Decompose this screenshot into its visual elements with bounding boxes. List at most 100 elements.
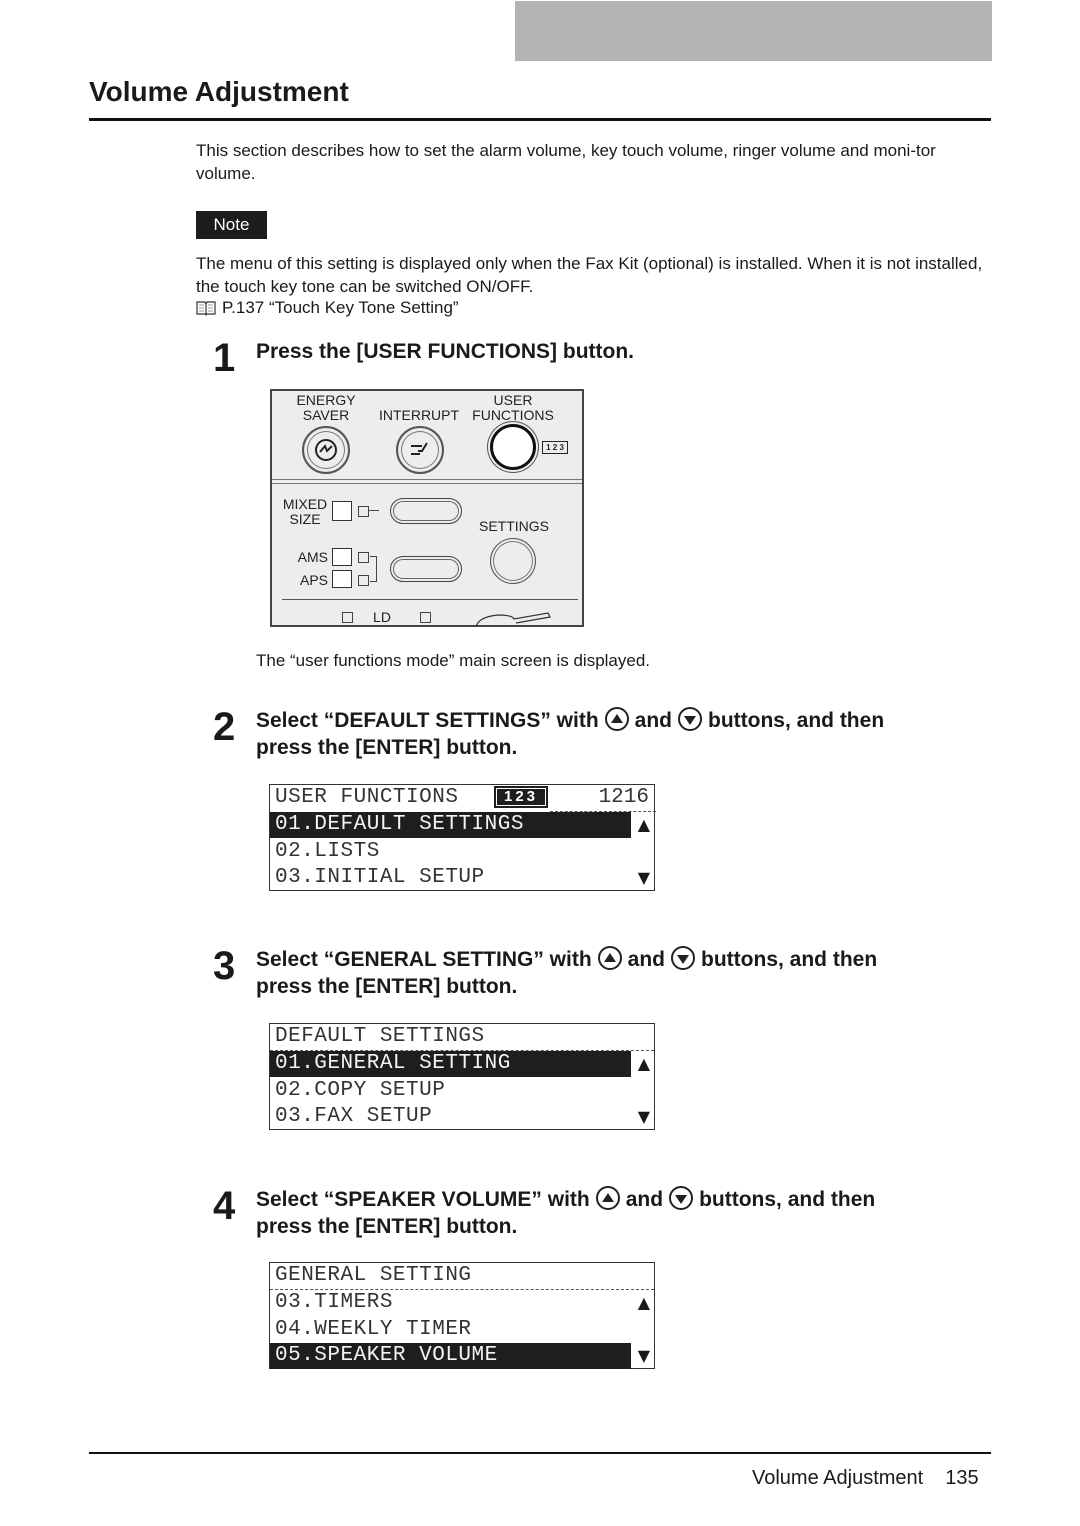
step-instruction: press the [ENTER] button. <box>256 736 518 759</box>
step-number: 1 <box>213 336 236 380</box>
step-and: and <box>634 709 672 732</box>
lcd-menu-item[interactable]: 01.GENERAL SETTING ▲ <box>270 1051 654 1077</box>
up-button-icon <box>597 946 622 971</box>
paper-indicator-left <box>342 612 353 623</box>
step-number: 2 <box>213 705 236 749</box>
menu-item-label: 01.GENERAL SETTING <box>275 1052 511 1075</box>
mode-indicator-badge: 1 2 3 <box>542 441 568 454</box>
header-gray-bar <box>515 1 992 61</box>
aps-indicator <box>358 575 369 586</box>
ams-label: AMS <box>297 549 328 565</box>
ld-label: LD <box>373 609 391 625</box>
aps-label: APS <box>299 572 328 588</box>
interrupt-button[interactable] <box>396 426 444 474</box>
step-and: and <box>627 948 666 971</box>
down-button-icon <box>671 946 696 971</box>
page-footer: Volume Adjustment 135 <box>752 1467 979 1490</box>
footer-section-title: Volume Adjustment <box>752 1467 924 1489</box>
step-instruction: buttons, and then <box>708 709 885 732</box>
step-instruction: buttons, and then <box>699 1188 876 1211</box>
mixed-size-indicator <box>358 506 369 517</box>
lcd-header-text: DEFAULT SETTINGS <box>275 1025 485 1048</box>
menu-item-label: 03.INITIAL SETUP <box>275 866 485 889</box>
lcd-menu-item[interactable]: 05.SPEAKER VOLUME ▼ <box>270 1343 654 1369</box>
scroll-up-icon: ▲ <box>637 815 650 834</box>
energy-saver-label: ENERGY SAVER <box>296 392 356 423</box>
lcd-menu-item[interactable]: 02.COPY SETUP <box>270 1078 654 1104</box>
menu-item-label: 05.SPEAKER VOLUME <box>275 1344 498 1367</box>
interrupt-icon <box>411 442 428 455</box>
paper-tray-lever-icon <box>475 612 551 627</box>
user-functions-label: USER FUNCTIONS <box>472 392 554 423</box>
user-functions-button[interactable] <box>490 424 536 470</box>
menu-item-label: 03.TIMERS <box>275 1291 393 1314</box>
lcd-header: GENERAL SETTING <box>270 1263 654 1289</box>
energy-saver-icon <box>315 439 337 461</box>
scroll-down-icon: ▼ <box>637 1107 650 1126</box>
lcd-menu-item[interactable]: 03.INITIAL SETUP ▼ <box>270 865 654 891</box>
footer-divider <box>89 1452 991 1454</box>
counter-value: 1216 <box>598 786 649 809</box>
step-text: Select “SPEAKER VOLUME” with and buttons, … <box>256 1186 996 1240</box>
note-badge: Note <box>196 211 267 239</box>
lcd-screen-user-functions: USER FUNCTIONS 123 1216 01.DEFAULT SETTI… <box>269 784 656 891</box>
lcd-menu-item[interactable]: 02.LISTS <box>270 839 654 865</box>
step-text: Press the [USER FUNCTIONS] button. <box>256 340 635 363</box>
step-number: 4 <box>213 1184 236 1228</box>
lcd-header-text: GENERAL SETTING <box>275 1264 472 1287</box>
title-divider <box>89 118 991 121</box>
step-instruction: Select “SPEAKER VOLUME” with <box>256 1188 590 1211</box>
settings-label: SETTINGS <box>478 518 549 534</box>
panel-divider <box>272 479 582 484</box>
reference-text: P.137 “Touch Key Tone Setting” <box>222 298 459 317</box>
up-button-icon <box>595 1186 620 1211</box>
step-instruction: press the [ENTER] button. <box>256 1215 518 1238</box>
book-icon <box>196 301 216 316</box>
lcd-menu-item[interactable]: 03.FAX SETUP ▼ <box>270 1104 654 1130</box>
scroll-up-icon: ▲ <box>637 1054 650 1073</box>
mode-badge: 123 <box>494 786 548 808</box>
menu-item-label: 01.DEFAULT SETTINGS <box>275 813 524 836</box>
settings-button[interactable] <box>490 538 536 584</box>
step-1-caption: The “user functions mode” main screen is… <box>256 651 651 670</box>
control-panel: ENERGY SAVER INTERRUPT USER FUNCTIONS 1 … <box>270 389 584 627</box>
step-instruction: Select “DEFAULT SETTINGS” with <box>256 709 599 732</box>
ams-icon <box>332 548 352 566</box>
scroll-down-icon: ▼ <box>637 1346 650 1365</box>
menu-item-label: 02.COPY SETUP <box>275 1079 446 1102</box>
bracket-line <box>370 556 377 582</box>
step-instruction: buttons, and then <box>701 948 878 971</box>
note-text: The menu of this setting is displayed on… <box>196 254 983 296</box>
panel-bottom-divider <box>282 599 578 600</box>
lcd-header: DEFAULT SETTINGS <box>270 1024 654 1050</box>
mixed-size-label: MIXED SIZE <box>282 496 328 527</box>
paper-indicator-right <box>420 612 431 623</box>
scroll-up-icon: ▲ <box>637 1293 650 1312</box>
menu-item-label: 02.LISTS <box>275 840 380 863</box>
ams-aps-button[interactable] <box>390 556 462 582</box>
aps-icon <box>332 570 352 588</box>
step-text: Select “DEFAULT SETTINGS” with and buttons… <box>256 707 996 761</box>
lcd-header-text: USER FUNCTIONS <box>275 786 459 809</box>
down-button-icon <box>669 1186 694 1211</box>
step-text: Select “GENERAL SETTING” with and buttons,… <box>256 946 996 1000</box>
menu-item-label: 04.WEEKLY TIMER <box>275 1318 472 1341</box>
mixed-size-button[interactable] <box>390 498 462 524</box>
reference-link[interactable]: P.137 “Touch Key Tone Setting” <box>196 298 459 318</box>
step-instruction: press the [ENTER] button. <box>256 975 518 998</box>
lcd-screen-general-setting: GENERAL SETTING 03.TIMERS ▲ 04.WEEKLY TIM… <box>269 1262 655 1369</box>
step-instruction: Select “GENERAL SETTING” with <box>256 948 592 971</box>
interrupt-label: INTERRUPT <box>378 407 460 423</box>
lcd-menu-item[interactable]: 03.TIMERS ▲ <box>270 1290 654 1316</box>
lcd-screen-default-settings: DEFAULT SETTINGS 01.GENERAL SETTING ▲ 02.… <box>269 1023 655 1130</box>
menu-item-label: 03.FAX SETUP <box>275 1105 433 1128</box>
energy-saver-button[interactable] <box>302 426 350 474</box>
up-button-icon <box>604 707 629 732</box>
page-title: Volume Adjustment <box>89 76 349 107</box>
lcd-menu-item[interactable]: 04.WEEKLY TIMER <box>270 1317 654 1343</box>
lcd-menu-item[interactable]: 01.DEFAULT SETTINGS ▲ <box>270 812 654 838</box>
scroll-down-icon: ▼ <box>637 868 650 887</box>
mixed-size-icon <box>332 501 352 521</box>
step-number: 3 <box>213 944 236 988</box>
down-button-icon <box>678 707 702 732</box>
